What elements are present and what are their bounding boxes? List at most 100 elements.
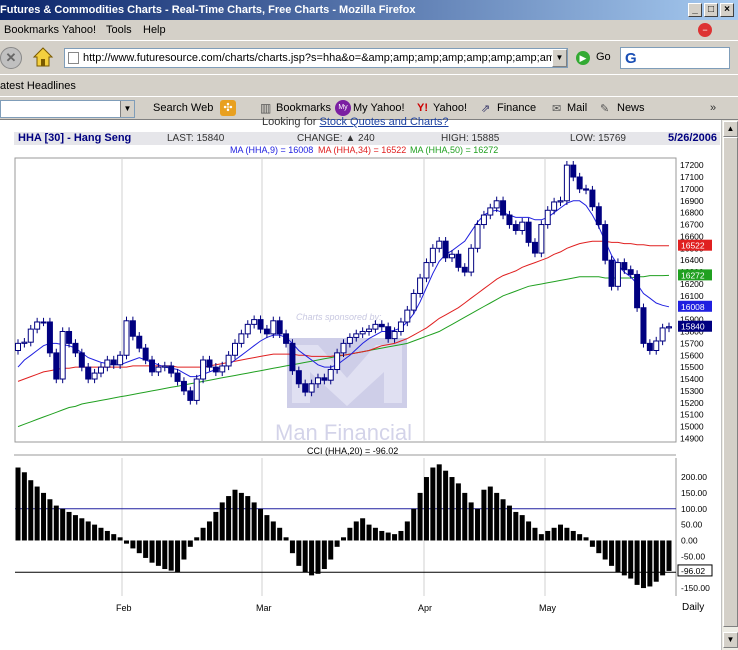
candle-body xyxy=(659,327,666,342)
price-tick-label: 15000 xyxy=(680,422,704,432)
price-tag-label: 16008 xyxy=(681,302,705,312)
candle-body xyxy=(27,328,34,343)
candle-body xyxy=(174,372,181,382)
cci-bar xyxy=(79,518,85,541)
cci-bar xyxy=(194,537,200,541)
cci-bar xyxy=(251,502,257,541)
candle-body xyxy=(557,200,564,203)
cci-bar xyxy=(372,527,378,541)
candle-body xyxy=(614,262,621,287)
cci-bar xyxy=(589,540,595,547)
price-tick-label: 16400 xyxy=(680,255,704,265)
price-tick-label: 17000 xyxy=(680,184,704,194)
month-label: May xyxy=(539,603,557,613)
cci-bar xyxy=(398,530,404,541)
candle-body xyxy=(404,309,411,323)
candle-body xyxy=(155,366,162,373)
price-tag-label: 16272 xyxy=(681,270,705,280)
candle-body xyxy=(104,359,111,368)
candle-body xyxy=(53,352,60,380)
price-tick-label: 15100 xyxy=(680,410,704,420)
scroll-down-icon[interactable]: ▼ xyxy=(723,632,738,648)
cci-bar xyxy=(634,540,640,585)
cci-tick-label: -150.00 xyxy=(681,583,710,593)
cci-bar xyxy=(609,540,615,566)
candle-body xyxy=(640,307,647,344)
cci-bar xyxy=(187,540,193,547)
cci-bar xyxy=(430,467,436,541)
cci-bar xyxy=(226,496,232,541)
cci-bar xyxy=(302,540,308,573)
cci-bar xyxy=(321,540,327,570)
candle-body xyxy=(646,342,653,352)
cci-bar xyxy=(558,524,563,541)
cci-bar xyxy=(423,477,429,541)
candle-body xyxy=(353,333,360,338)
cci-bar xyxy=(532,527,538,541)
candle-body xyxy=(468,247,475,273)
candle-body xyxy=(442,240,449,259)
cci-bar xyxy=(309,540,315,576)
price-tick-label: 15600 xyxy=(680,350,704,360)
cci-bar xyxy=(72,515,78,541)
scroll-up-icon[interactable]: ▲ xyxy=(723,121,738,137)
cci-tick-label: -50.00 xyxy=(681,551,705,561)
cci-bar xyxy=(21,472,27,541)
candle-body xyxy=(129,320,136,337)
cci-bar xyxy=(379,530,385,541)
price-tick-label: 16800 xyxy=(680,208,704,218)
cci-bar xyxy=(443,470,449,541)
candle-body xyxy=(563,164,570,202)
cci-bar xyxy=(513,511,519,541)
candle-body xyxy=(257,319,264,330)
cci-bar xyxy=(181,540,187,560)
price-tick-label: 15200 xyxy=(680,398,704,408)
cci-tick-label: 150.00 xyxy=(681,488,707,498)
price-axis: 1720017100170001690016800167001660016500… xyxy=(675,158,712,443)
candle-body xyxy=(168,365,175,374)
candle-body xyxy=(378,323,385,328)
cci-bar xyxy=(660,540,666,576)
candle-body xyxy=(46,321,53,354)
cci-bar xyxy=(66,511,72,541)
cci-bar xyxy=(577,534,583,541)
cci-bar xyxy=(436,464,442,541)
candle-body xyxy=(72,342,79,354)
candle-body xyxy=(110,359,117,366)
cci-bar xyxy=(270,521,276,541)
cci-bar xyxy=(143,540,149,558)
cci-bar xyxy=(551,527,557,541)
cci-tick-label: 50.00 xyxy=(681,520,703,530)
candle-body xyxy=(570,164,577,178)
price-tag-label: 16522 xyxy=(681,241,705,251)
candle-body xyxy=(314,377,321,385)
cci-bar xyxy=(392,534,398,541)
candle-body xyxy=(180,380,187,392)
price-tick-label: 15400 xyxy=(680,374,704,384)
cci-bar xyxy=(162,540,168,570)
candle-body xyxy=(263,328,270,335)
candle-body xyxy=(66,330,73,344)
cci-bar xyxy=(219,502,225,541)
candle-body xyxy=(480,214,487,226)
cci-bar xyxy=(245,496,251,541)
candle-body xyxy=(410,292,417,311)
cci-tick-label: 200.00 xyxy=(681,472,707,482)
candle-body xyxy=(40,321,47,324)
candle-body xyxy=(449,253,455,259)
candle-body xyxy=(531,241,538,254)
cci-bar xyxy=(277,527,283,541)
cci-bar xyxy=(449,477,455,541)
cci-bar xyxy=(258,508,264,541)
cci-bar xyxy=(155,540,161,566)
vertical-scrollbar[interactable]: ▲ ▼ xyxy=(721,120,738,650)
cci-bar xyxy=(475,508,481,541)
month-label: Feb xyxy=(116,603,132,613)
cci-bar xyxy=(92,524,98,541)
cci-last-tag-label: -96.02 xyxy=(681,566,705,576)
candle-body xyxy=(340,342,347,354)
scroll-thumb[interactable] xyxy=(723,137,738,627)
candle-body xyxy=(334,352,341,371)
candle-body xyxy=(436,240,443,249)
candle-body xyxy=(193,378,200,401)
